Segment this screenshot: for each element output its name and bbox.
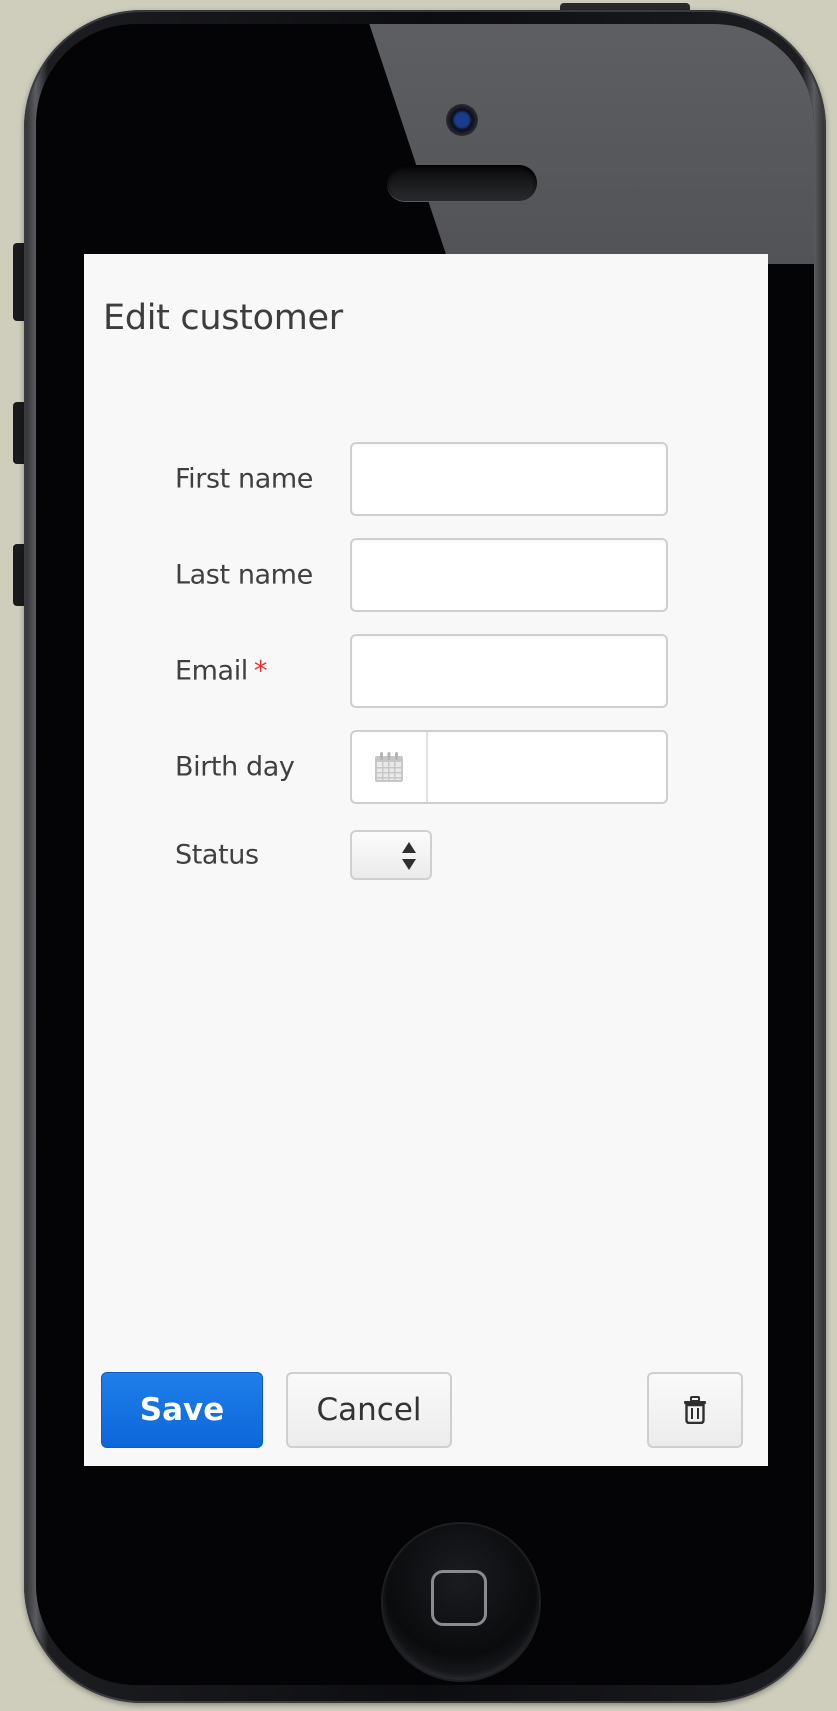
earpiece-speaker — [387, 165, 537, 201]
birth-day-label: Birth day — [175, 751, 295, 783]
email-label-text: Email — [175, 655, 248, 687]
last-name-row: Last name — [84, 538, 768, 612]
home-square-icon — [431, 1570, 487, 1626]
first-name-row: First name — [84, 442, 768, 516]
first-name-label: First name — [175, 463, 313, 495]
form-actions: Save Cancel — [84, 1372, 768, 1448]
required-indicator: * — [253, 655, 268, 687]
front-camera — [446, 104, 478, 136]
birth-day-field — [350, 730, 668, 804]
up-down-arrows-icon — [402, 842, 416, 870]
screen-glare — [366, 24, 814, 264]
email-row: Email * — [84, 634, 768, 708]
last-name-input[interactable] — [350, 538, 668, 612]
trash-icon — [684, 1396, 706, 1424]
status-select[interactable] — [350, 830, 432, 880]
last-name-label: Last name — [175, 559, 313, 591]
birth-day-input[interactable] — [428, 732, 666, 802]
date-picker-button[interactable] — [352, 732, 428, 802]
page-title: Edit customer — [103, 298, 343, 338]
delete-button[interactable] — [647, 1372, 743, 1448]
status-label: Status — [175, 839, 259, 871]
status-row: Status — [84, 830, 768, 880]
calendar-icon — [375, 752, 403, 782]
app-screen: Edit customer First name Last name Email… — [84, 254, 768, 1466]
cancel-button[interactable]: Cancel — [286, 1372, 452, 1448]
first-name-input[interactable] — [350, 442, 668, 516]
email-label: Email * — [175, 656, 267, 687]
birth-day-row: Birth day — [84, 730, 768, 804]
email-input[interactable] — [350, 634, 668, 708]
home-button — [383, 1524, 539, 1680]
save-button[interactable]: Save — [101, 1372, 263, 1448]
